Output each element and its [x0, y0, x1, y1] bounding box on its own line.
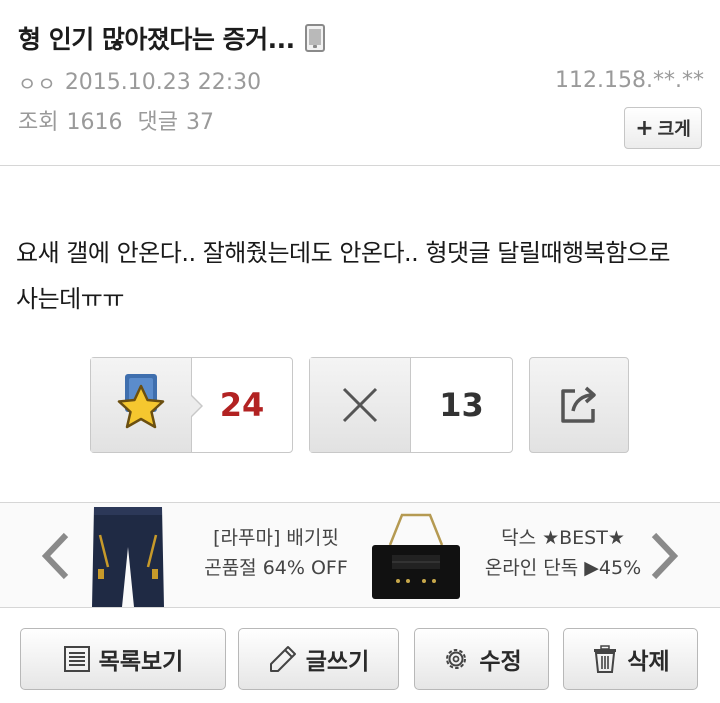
dislike-icon-area[interactable] — [310, 358, 411, 452]
enlarge-button[interactable]: + 크게 — [624, 107, 702, 149]
mobile-phone-icon — [304, 24, 325, 52]
trash-icon — [594, 645, 617, 673]
post-date: 2015.10.23 22:30 — [64, 70, 262, 95]
list-view-label: 목록보기 — [98, 649, 184, 675]
edit-button[interactable]: 수정 — [414, 628, 549, 690]
title-row: 형 인기 많아졌다는 증거... — [18, 20, 325, 56]
write-button[interactable]: 글쓰기 — [238, 628, 399, 690]
post-body-line: 사는데ㅠㅠ — [16, 285, 124, 313]
like-vote-button[interactable]: 24 — [90, 357, 293, 453]
delete-label: 삭제 — [627, 649, 670, 675]
gear-icon — [446, 649, 467, 669]
star-icon — [117, 374, 165, 429]
write-label: 글쓰기 — [305, 649, 370, 675]
chevron-left-icon[interactable] — [40, 531, 72, 581]
list-view-button[interactable]: 목록보기 — [20, 628, 226, 690]
ad-item-2-text[interactable]: 닥스 ★BEST★ 온라인 단독 ▶45% — [478, 523, 648, 583]
ad-item-2-desc: 온라인 단독 ▶45% — [484, 557, 642, 579]
list-icon — [63, 646, 90, 672]
post-body-line: 요새 갤에 안온다.. 잘해줬는데도 안온다.. 형댓글 달릴때행복함으로 — [16, 239, 670, 267]
ad-item-1-text[interactable]: [라푸마] 배기핏 곤품절 64% OFF — [196, 523, 356, 583]
dislike-vote-button[interactable]: 13 — [309, 357, 513, 453]
like-count: 24 — [190, 358, 292, 452]
post-header: 형 인기 많아졌다는 증거... ㅇㅇ 2015.10.23 22:30 112… — [0, 0, 720, 166]
ad-item-1-title: [라푸마] 배기핏 — [213, 527, 339, 549]
views-label: 조회 — [18, 110, 59, 135]
author-name[interactable]: ㅇㅇ — [18, 68, 57, 97]
views-count: 1616 — [66, 110, 123, 135]
share-button[interactable] — [529, 357, 629, 453]
edit-label: 수정 — [479, 649, 522, 675]
like-icon-area[interactable] — [91, 358, 192, 452]
enlarge-label: 크게 — [657, 119, 691, 140]
post-title: 형 인기 많아졌다는 증거... — [18, 25, 295, 54]
divider — [0, 165, 720, 166]
chevron-right-icon[interactable] — [648, 531, 680, 581]
share-icon — [561, 386, 596, 423]
plus-icon: + — [635, 115, 654, 141]
ad-item-2-title: 닥스 ★BEST★ — [501, 527, 625, 549]
delete-button[interactable]: 삭제 — [563, 628, 698, 690]
comments-count: 37 — [185, 110, 214, 135]
meta-row: ㅇㅇ 2015.10.23 22:30 — [18, 68, 261, 97]
dislike-count: 13 — [439, 386, 484, 424]
comments-label: 댓글 — [137, 110, 178, 135]
bag-product-image[interactable] — [368, 511, 464, 603]
post-body: 요새 갤에 안온다.. 잘해줬는데도 안온다.. 형댓글 달릴때행복함으로 사는… — [16, 230, 706, 322]
pants-product-image[interactable] — [88, 507, 168, 607]
stats-row: 조회 1616 댓글 37 — [18, 104, 222, 136]
ad-carousel: [라푸마] 배기핏 곤품절 64% OFF 닥스 ★BEST★ 온라인 단독 ▶… — [0, 503, 720, 607]
divider — [0, 607, 720, 608]
author-ip: 112.158.**.** — [555, 68, 704, 93]
ad-item-1-desc: 곤품절 64% OFF — [204, 557, 348, 579]
pencil-icon — [269, 646, 296, 672]
x-icon — [342, 387, 378, 423]
